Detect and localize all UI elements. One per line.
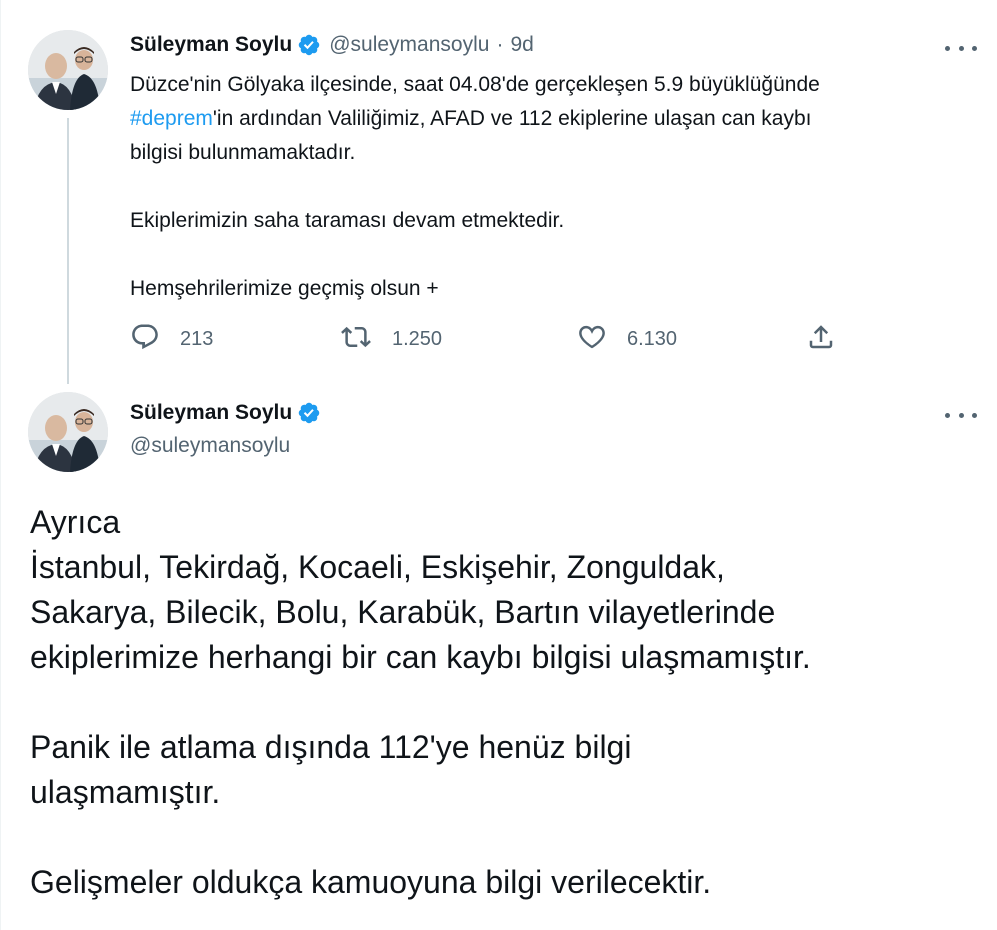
reply-icon xyxy=(130,322,160,357)
retweet-button[interactable]: 1.250 xyxy=(340,322,442,357)
tweet2-text: Ayrıca İstanbul, Tekirdağ, Kocaeli, Eski… xyxy=(30,500,980,905)
tweet1-line2-rest: 'in ardından Valiliğimiz, AFAD ve 112 ek… xyxy=(212,107,812,130)
verified-badge-icon xyxy=(297,33,321,57)
author-name[interactable]: Süleyman Soylu xyxy=(130,33,292,57)
reply-count: 213 xyxy=(180,328,214,350)
like-count: 6.130 xyxy=(627,328,678,350)
tweet2-line5: Panik ile atlama dışında 112'ye henüz bi… xyxy=(30,729,632,765)
author-name[interactable]: Süleyman Soylu xyxy=(130,401,292,425)
thread-connector-line xyxy=(67,118,69,384)
tweet1-line1: Düzce'nin Gölyaka ilçesinde, saat 04.08'… xyxy=(130,73,820,96)
verified-badge-icon xyxy=(297,401,321,425)
tweet1-line2: #deprem'in ardından Valiliğimiz, AFAD ve… xyxy=(130,102,970,136)
tweet2-line6: ulaşmamıştır. xyxy=(30,774,221,810)
hashtag-link[interactable]: #deprem xyxy=(130,107,213,130)
more-options-icon[interactable] xyxy=(945,38,977,58)
reply-button[interactable]: 213 xyxy=(130,322,213,357)
tweet1-text: Düzce'nin Gölyaka ilçesinde, saat 04.08'… xyxy=(130,68,970,306)
tweet-timestamp[interactable]: 9d xyxy=(510,33,533,57)
tweet1-paragraph2: Ekiplerimizin saha taraması devam etmekt… xyxy=(130,209,565,232)
tweet2-line4: ekiplerimize herhangi bir can kaybı bilg… xyxy=(30,639,811,675)
like-button[interactable]: 6.130 xyxy=(577,322,677,357)
more-options-icon[interactable] xyxy=(945,405,977,425)
tweet1-header: Süleyman Soylu @suleymansoylu · 9d xyxy=(130,33,534,57)
tweet2-line3: Sakarya, Bilecik, Bolu, Karabük, Bartın … xyxy=(30,594,776,630)
retweet-icon xyxy=(340,322,372,357)
share-icon xyxy=(806,322,836,357)
page-left-border xyxy=(0,0,1,930)
heart-icon xyxy=(577,322,607,357)
avatar-photo xyxy=(28,30,108,110)
tweet2-line7: Gelişmeler oldukça kamuoyuna bilgi veril… xyxy=(30,864,712,900)
author-handle[interactable]: @suleymansoylu xyxy=(329,33,489,57)
separator-dot: · xyxy=(496,33,504,56)
avatar[interactable] xyxy=(28,392,108,472)
share-button[interactable] xyxy=(806,322,836,357)
tweet1-paragraph3: Hemşehrilerimize geçmiş olsun + xyxy=(130,277,439,300)
tweet1-line3: bilgisi bulunmamaktadır. xyxy=(130,141,356,164)
author-handle[interactable]: @suleymansoylu xyxy=(130,434,290,458)
avatar-photo xyxy=(28,392,108,472)
retweet-count: 1.250 xyxy=(392,328,443,350)
tweet1-actions: 213 1.250 6.130 xyxy=(130,322,850,354)
tweet2-header: Süleyman Soylu xyxy=(130,401,321,425)
tweet2-line1: Ayrıca xyxy=(30,504,121,540)
avatar[interactable] xyxy=(28,30,108,110)
tweet2-line2: İstanbul, Tekirdağ, Kocaeli, Eskişehir, … xyxy=(30,549,725,585)
